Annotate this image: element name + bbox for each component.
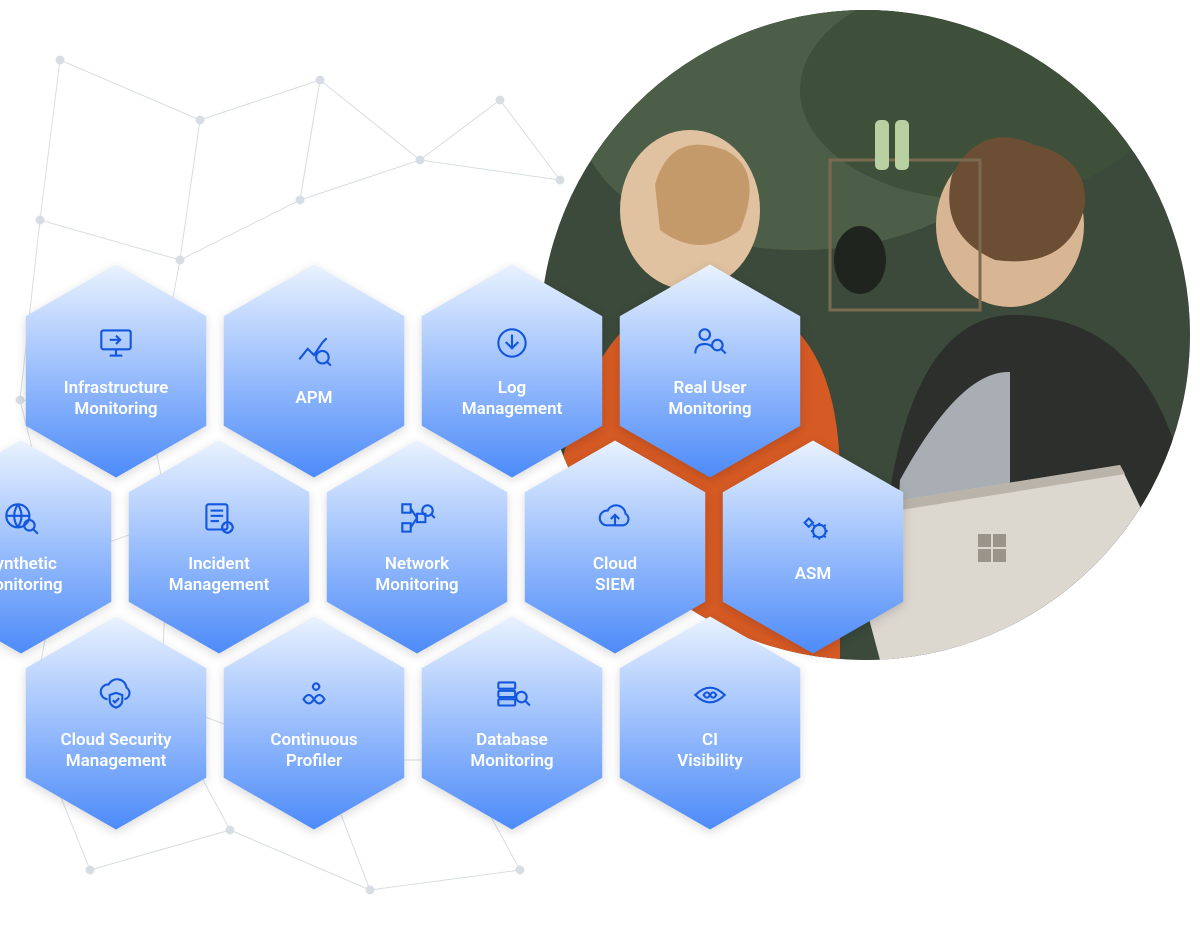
monitor-arrow-icon <box>95 322 137 364</box>
globe-magnify-icon <box>0 498 42 540</box>
nodes-magnify-icon <box>396 498 438 540</box>
hex-label: Cloud Security Management <box>61 730 172 773</box>
infinity-gear-icon <box>293 674 335 716</box>
user-magnify-icon <box>689 322 731 364</box>
hex-grid: Infrastructure Monitoring APM Log Manage… <box>20 260 909 834</box>
hex-label: Network Monitoring <box>375 554 458 597</box>
clipboard-gear-icon <box>198 498 240 540</box>
hex-label: Continuous Profiler <box>270 730 357 773</box>
hex-label: ASM <box>795 564 832 585</box>
hex-label: Log Management <box>462 378 563 421</box>
hex-label: Infrastructure Monitoring <box>64 378 169 421</box>
hex-row-3: Cloud Security Management Continuous Pro… <box>20 612 909 834</box>
gear-diamond-icon <box>792 508 834 550</box>
db-magnify-icon <box>491 674 533 716</box>
cloud-up-icon <box>594 498 636 540</box>
eye-infinity-icon <box>689 674 731 716</box>
hex-label: Cloud SIEM <box>593 554 637 597</box>
hex-ci-visibility[interactable]: CI Visibility <box>614 612 806 834</box>
hex-cloud-security-management[interactable]: Cloud Security Management <box>20 612 212 834</box>
hex-continuous-profiler[interactable]: Continuous Profiler <box>218 612 410 834</box>
cloud-shield-icon <box>95 674 137 716</box>
hex-label: APM <box>295 388 332 409</box>
hex-label: Database Monitoring <box>470 730 553 773</box>
hex-database-monitoring[interactable]: Database Monitoring <box>416 612 608 834</box>
hex-label: Real User Monitoring <box>668 378 751 421</box>
chart-magnify-icon <box>293 332 335 374</box>
hex-label: Synthetic Monitoring <box>0 554 63 597</box>
download-circle-icon <box>491 322 533 364</box>
hex-label: Incident Management <box>169 554 270 597</box>
hex-label: CI Visibility <box>677 730 743 773</box>
